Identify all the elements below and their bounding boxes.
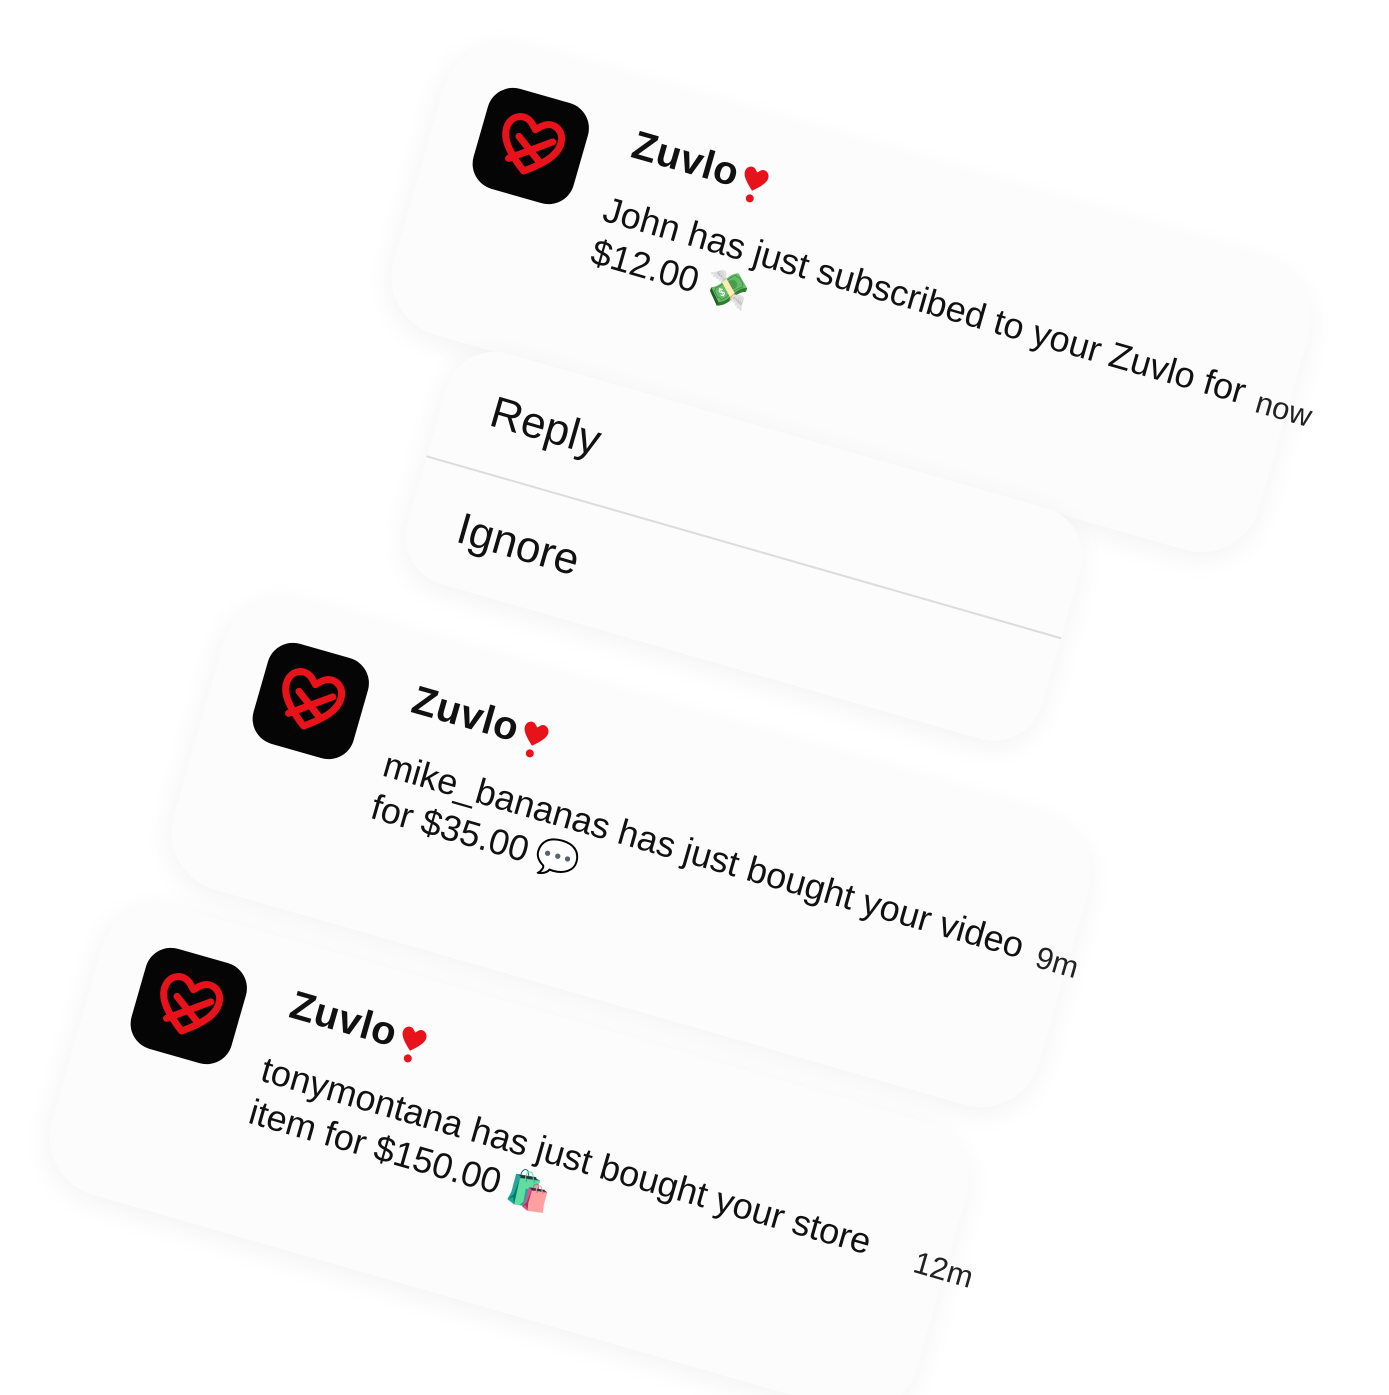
zuvlo-app-icon <box>124 941 254 1071</box>
money-wings-icon: 💸 <box>700 263 755 316</box>
message-text: mike_bananas has just bought your video … <box>366 743 1029 967</box>
zuvlo-app-icon <box>246 636 376 766</box>
heart-logo-icon <box>282 668 346 730</box>
zuvlo-app-icon <box>466 81 596 211</box>
app-name: Zuvlo <box>285 983 403 1056</box>
message-text: tonymontana has just bought your store i… <box>244 1048 877 1263</box>
heart-logo-icon <box>502 113 566 175</box>
shopping-bags-icon: 🛍️ <box>502 1164 557 1217</box>
notification-time: now <box>1251 384 1316 434</box>
app-name: Zuvlo <box>407 678 525 751</box>
speech-bubble-icon: 💬 <box>530 832 585 885</box>
notification-stack: Zuvlo John has just subscribed to your Z… <box>0 0 1389 1395</box>
notification-message: mike_bananas has just bought your video … <box>366 743 1044 1015</box>
heart-logo-icon <box>160 973 224 1035</box>
notification-time: 12m <box>909 1244 978 1295</box>
message-text: John has just subscribed to your Zuvlo f… <box>586 188 1251 412</box>
notification-time: 9m <box>1031 939 1083 986</box>
app-name: Zuvlo <box>627 123 745 196</box>
notification-message: tonymontana has just bought your store i… <box>244 1048 922 1320</box>
